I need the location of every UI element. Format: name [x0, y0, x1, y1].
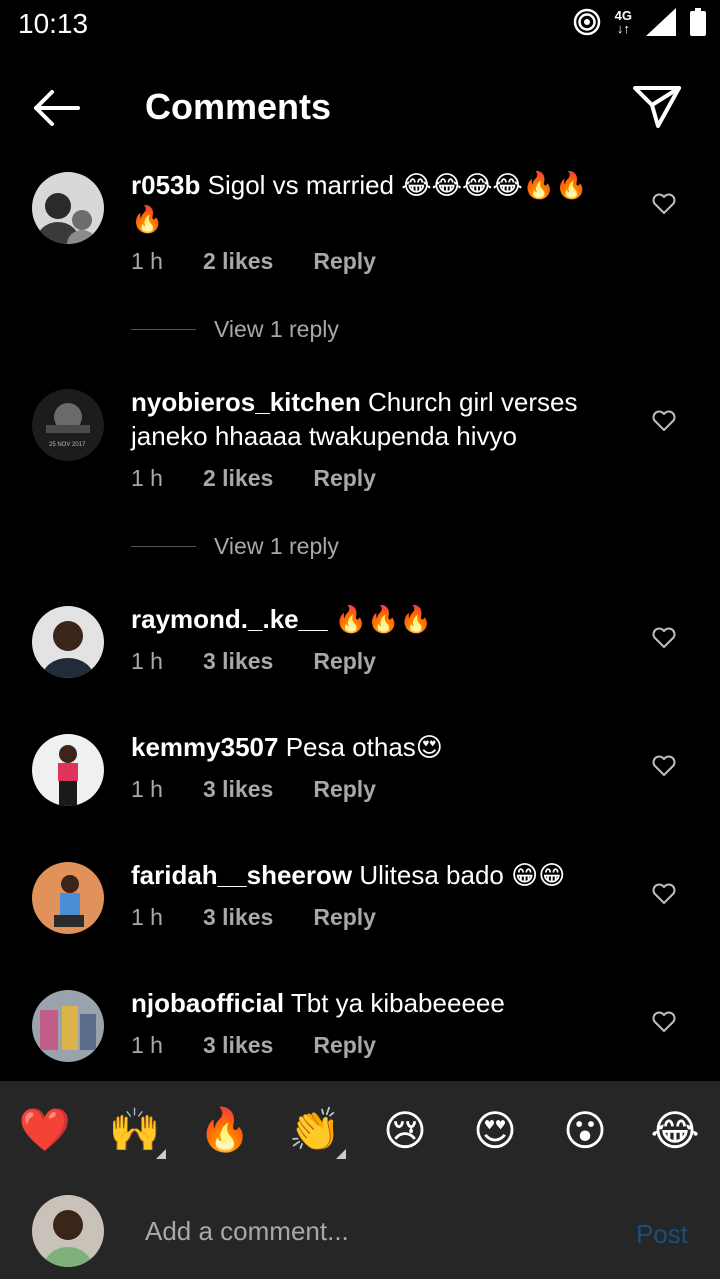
heart-icon[interactable] — [652, 883, 676, 905]
comment-likes[interactable]: 3 likes — [203, 1032, 273, 1059]
comment-username[interactable]: raymond._.ke__ — [131, 604, 328, 634]
hotspot-icon — [573, 8, 600, 36]
comment-text-block: raymond._.ke__ 🔥🔥🔥 — [131, 602, 601, 636]
heart-eyes-emoji-button[interactable]: 😍 — [460, 1106, 530, 1155]
avatar[interactable] — [32, 862, 104, 934]
comment-input[interactable] — [145, 1213, 595, 1249]
comment-time: 1 h — [131, 1032, 163, 1058]
status-time: 10:13 — [18, 8, 89, 39]
comment-composer: Post — [0, 1179, 720, 1279]
view-replies-button[interactable]: View 1 reply — [131, 316, 339, 343]
comment-meta: 1 h 3 likes Reply — [131, 648, 416, 675]
comment-meta: 1 h 2 likes Reply — [131, 465, 416, 492]
skin-tone-indicator-icon — [336, 1148, 346, 1159]
surprised-emoji-button[interactable]: 😮 — [550, 1106, 620, 1155]
comment-text-block: njobaofficial Tbt ya kibabeeeee — [131, 986, 601, 1020]
comment-likes[interactable]: 3 likes — [203, 648, 273, 675]
back-arrow-icon[interactable] — [30, 86, 82, 130]
comment-time: 1 h — [131, 248, 163, 274]
signal-icon — [646, 8, 676, 36]
comment-likes[interactable]: 3 likes — [203, 776, 273, 803]
avatar-caption: 25 NOV 2017 — [49, 442, 86, 448]
status-bar: 10:13 4G ↓↑ — [0, 0, 720, 48]
battery-icon — [690, 8, 706, 36]
avatar[interactable] — [32, 990, 104, 1062]
comment-username[interactable]: kemmy3507 — [131, 732, 278, 762]
comment-body: Tbt ya kibabeeeee — [290, 988, 505, 1018]
reply-button[interactable]: Reply — [313, 248, 376, 275]
laughing-emoji-button[interactable]: 😂 — [640, 1106, 710, 1155]
comment-meta: 1 h 2 likes Reply — [131, 248, 416, 275]
heart-icon[interactable] — [652, 627, 676, 649]
comment-username[interactable]: r053b — [131, 170, 200, 200]
avatar[interactable] — [32, 606, 104, 678]
data-arrows-icon: ↓↑ — [616, 21, 630, 36]
comment-meta: 1 h 3 likes Reply — [131, 776, 416, 803]
post-button[interactable]: Post — [636, 1219, 688, 1250]
network-indicator: 4G ↓↑ — [614, 8, 632, 36]
comment-text-block: r053b Sigol vs married 😂😂😂😂🔥🔥🔥 — [131, 168, 601, 236]
comment-text-block: kemmy3507 Pesa othas😍 — [131, 730, 601, 764]
comment-body: Pesa othas😍 — [285, 732, 443, 762]
view-replies-button[interactable]: View 1 reply — [131, 533, 339, 560]
crying-emoji-button[interactable]: 😢 — [370, 1106, 440, 1155]
avatar[interactable]: 25 NOV 2017 — [32, 389, 104, 461]
reply-button[interactable]: Reply — [313, 648, 376, 675]
heart-emoji-button[interactable]: ❤️ — [10, 1106, 80, 1155]
reply-button[interactable]: Reply — [313, 904, 376, 931]
page-title: Comments — [145, 86, 332, 127]
raised-hands-emoji-button[interactable]: 🙌 — [100, 1106, 170, 1159]
comment-time: 1 h — [131, 776, 163, 802]
divider-line — [131, 329, 196, 330]
comment-username[interactable]: faridah__sheerow — [131, 860, 352, 890]
heart-icon[interactable] — [652, 410, 676, 432]
avatar[interactable] — [32, 734, 104, 806]
comment-body: Ulitesa bado 😁😁 — [359, 860, 566, 890]
reply-button[interactable]: Reply — [313, 776, 376, 803]
current-user-avatar — [32, 1195, 104, 1267]
skin-tone-indicator-icon — [156, 1148, 166, 1159]
comment-body: Sigol vs married 😂😂😂😂🔥🔥🔥 — [131, 170, 588, 234]
heart-icon[interactable] — [652, 193, 676, 215]
reply-button[interactable]: Reply — [313, 465, 376, 492]
comment-meta: 1 h 3 likes Reply — [131, 1032, 416, 1059]
comment-meta: 1 h 3 likes Reply — [131, 904, 416, 931]
header: Comments — [0, 70, 720, 146]
avatar[interactable] — [32, 172, 104, 244]
fire-emoji-button[interactable]: 🔥 — [190, 1106, 260, 1155]
comment-likes[interactable]: 2 likes — [203, 465, 273, 492]
comment-likes[interactable]: 2 likes — [203, 248, 273, 275]
comment-time: 1 h — [131, 648, 163, 674]
comment-time: 1 h — [131, 465, 163, 491]
send-icon[interactable] — [632, 84, 682, 130]
comment-text-block: nyobieros_kitchen Church girl verses jan… — [131, 385, 601, 453]
comment-likes[interactable]: 3 likes — [203, 904, 273, 931]
clapping-emoji-button[interactable]: 👏 — [280, 1106, 350, 1159]
comment-body: 🔥🔥🔥 — [334, 604, 432, 634]
comment-username[interactable]: njobaofficial — [131, 988, 284, 1018]
heart-icon[interactable] — [652, 1011, 676, 1033]
comment-time: 1 h — [131, 904, 163, 930]
heart-icon[interactable] — [652, 755, 676, 777]
reply-button[interactable]: Reply — [313, 1032, 376, 1059]
comment-username[interactable]: nyobieros_kitchen — [131, 387, 361, 417]
comment-text-block: faridah__sheerow Ulitesa bado 😁😁 — [131, 858, 601, 892]
divider-line — [131, 546, 196, 547]
emoji-bar: ❤️ 🙌 🔥 👏 😢 😍 😮 😂 — [0, 1081, 720, 1179]
